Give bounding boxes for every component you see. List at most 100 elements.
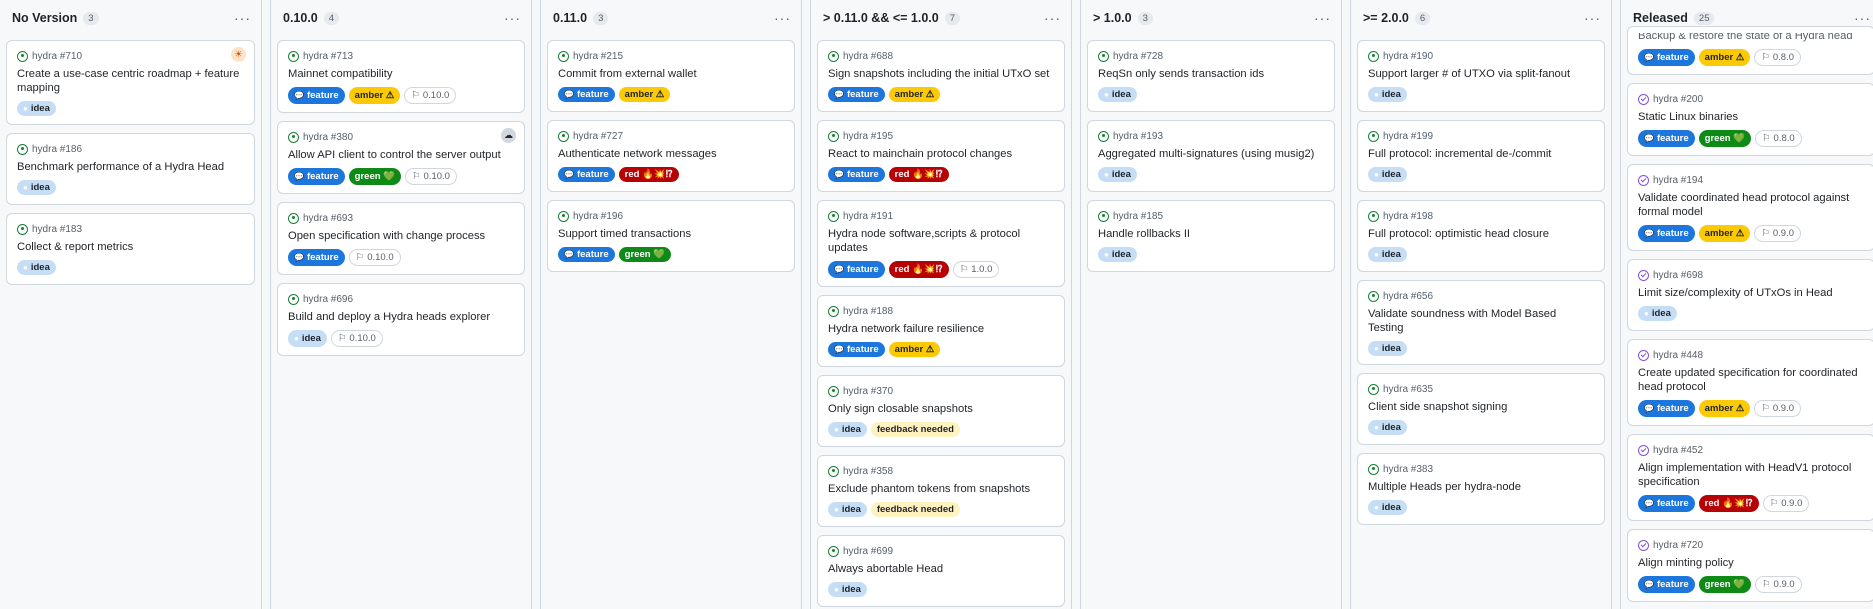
issue-number[interactable]: hydra #727 bbox=[573, 131, 623, 142]
issue-number[interactable]: hydra #698 bbox=[1653, 270, 1703, 281]
issue-title[interactable]: Always abortable Head bbox=[828, 562, 1054, 576]
label-green[interactable]: green 💚 bbox=[618, 247, 671, 262]
issue-card[interactable]: hydra #693 Open specification with change… bbox=[277, 202, 525, 275]
label-idea[interactable]: ● idea bbox=[17, 101, 56, 116]
issue-title[interactable]: Mainnet compatibility bbox=[288, 67, 514, 81]
label-idea[interactable]: ● idea bbox=[828, 502, 867, 517]
issue-title[interactable]: Limit size/complexity of UTxOs in Head bbox=[1638, 286, 1864, 300]
issue-card[interactable]: hydra #713 Mainnet compatibility 💬 feature a… bbox=[277, 40, 525, 113]
issue-title[interactable]: Hydra node software,scripts & protocol u… bbox=[828, 227, 1054, 255]
issue-card[interactable]: hydra #656 Validate soundness with Model … bbox=[1357, 280, 1605, 365]
issue-title[interactable]: React to mainchain protocol changes bbox=[828, 147, 1054, 161]
label-red[interactable]: red 🔥💥⁉ bbox=[1698, 495, 1759, 512]
milestone-badge[interactable]: ⚐ 0.9.0 bbox=[1755, 576, 1802, 593]
label-idea[interactable]: ● idea bbox=[828, 582, 867, 597]
label-idea[interactable]: ● idea bbox=[1368, 500, 1407, 515]
issue-card[interactable]: hydra #383 Multiple Heads per hydra-node ●… bbox=[1357, 453, 1605, 525]
label-feature[interactable]: 💬 feature bbox=[1638, 400, 1695, 417]
issue-title[interactable]: Build and deploy a Hydra heads explorer bbox=[288, 310, 514, 324]
issue-card[interactable]: hydra #370 Only sign closable snapshots ● i… bbox=[817, 375, 1065, 447]
label-feature[interactable]: 💬 feature bbox=[288, 168, 345, 185]
column-menu-icon[interactable]: ··· bbox=[1584, 10, 1601, 26]
column-menu-icon[interactable]: ··· bbox=[1314, 10, 1331, 26]
issue-card[interactable]: hydra #728 ReqSn only sends transaction i… bbox=[1087, 40, 1335, 112]
issue-card[interactable]: hydra #185 Handle rollbacks II ● idea bbox=[1087, 200, 1335, 272]
issue-title[interactable]: Support timed transactions bbox=[558, 227, 784, 241]
issue-number[interactable]: hydra #199 bbox=[1383, 131, 1433, 142]
issue-number[interactable]: hydra #699 bbox=[843, 546, 893, 557]
label-idea[interactable]: ● idea bbox=[17, 260, 56, 275]
label-idea[interactable]: ● idea bbox=[1098, 247, 1137, 262]
issue-card[interactable]: hydra #195 React to mainchain protocol ch… bbox=[817, 120, 1065, 192]
issue-number[interactable]: hydra #452 bbox=[1653, 445, 1703, 456]
label-amber[interactable]: amber ⚠ bbox=[888, 342, 941, 357]
issue-number[interactable]: hydra #198 bbox=[1383, 211, 1433, 222]
issue-number[interactable]: hydra #186 bbox=[32, 144, 82, 155]
issue-number[interactable]: hydra #688 bbox=[843, 51, 893, 62]
label-red[interactable]: red 🔥💥⁉ bbox=[618, 167, 679, 182]
label-green[interactable]: green 💚 bbox=[1698, 576, 1751, 593]
issue-title[interactable]: Client side snapshot signing bbox=[1368, 400, 1594, 414]
issue-number[interactable]: hydra #370 bbox=[843, 386, 893, 397]
issue-title[interactable]: Exclude phantom tokens from snapshots bbox=[828, 482, 1054, 496]
issue-number[interactable]: hydra #383 bbox=[1383, 464, 1433, 475]
assignee-avatar[interactable]: ☀ bbox=[231, 47, 246, 62]
issue-card[interactable]: hydra #215 Commit from external wallet 💬 fe… bbox=[547, 40, 795, 112]
issue-title[interactable]: Full protocol: optimistic head closure bbox=[1368, 227, 1594, 241]
issue-title[interactable]: Static Linux binaries bbox=[1638, 110, 1864, 124]
label-feedback[interactable]: feedback needed bbox=[870, 502, 960, 517]
issue-number[interactable]: hydra #713 bbox=[303, 51, 353, 62]
issue-title[interactable]: Full protocol: incremental de-/commit bbox=[1368, 147, 1594, 161]
label-amber[interactable]: amber ⚠ bbox=[1698, 225, 1751, 242]
issue-title[interactable]: Hydra network failure resilience bbox=[828, 322, 1054, 336]
issue-title[interactable]: Authenticate network messages bbox=[558, 147, 784, 161]
milestone-badge[interactable]: ⚐ 0.9.0 bbox=[1762, 495, 1810, 512]
issue-card[interactable]: hydra #710 Create a use-case centric road… bbox=[6, 40, 255, 125]
label-feature[interactable]: 💬 feature bbox=[828, 87, 885, 102]
issue-number[interactable]: hydra #185 bbox=[1113, 211, 1163, 222]
issue-title[interactable]: Align implementation with HeadV1 protoco… bbox=[1638, 461, 1864, 489]
label-feature[interactable]: 💬 feature bbox=[558, 167, 615, 182]
issue-card[interactable]: hydra #720 Align minting policy 💬 feature gr… bbox=[1627, 529, 1873, 602]
issue-card[interactable]: hydra #196 Support timed transactions 💬 fea… bbox=[547, 200, 795, 272]
issue-title[interactable]: ReqSn only sends transaction ids bbox=[1098, 67, 1324, 81]
issue-number[interactable]: hydra #194 bbox=[1653, 175, 1703, 186]
label-feature[interactable]: 💬 feature bbox=[1638, 495, 1695, 512]
issue-title[interactable]: Sign snapshots including the initial UTx… bbox=[828, 67, 1054, 81]
issue-card[interactable]: hydra #688 Sign snapshots including the i… bbox=[817, 40, 1065, 112]
issue-title[interactable]: Multiple Heads per hydra-node bbox=[1368, 480, 1594, 494]
issue-card[interactable]: hydra #194 Validate coordinated head prot… bbox=[1627, 164, 1873, 251]
issue-number[interactable]: hydra #183 bbox=[32, 224, 82, 235]
label-idea[interactable]: ● idea bbox=[1368, 420, 1407, 435]
issue-title[interactable]: Commit from external wallet bbox=[558, 67, 784, 81]
milestone-badge[interactable]: ⚐ 0.10.0 bbox=[330, 330, 383, 347]
label-idea[interactable]: ● idea bbox=[1368, 87, 1407, 102]
label-feature[interactable]: 💬 feature bbox=[828, 167, 885, 182]
issue-number[interactable]: hydra #196 bbox=[573, 211, 623, 222]
label-amber[interactable]: amber ⚠ bbox=[888, 87, 941, 102]
label-feature[interactable]: 💬 feature bbox=[828, 261, 885, 278]
issue-card[interactable]: hydra #198 Full protocol: optimistic head… bbox=[1357, 200, 1605, 272]
label-idea[interactable]: ● idea bbox=[1098, 87, 1137, 102]
issue-card[interactable]: hydra #191 Hydra node software,scripts & … bbox=[817, 200, 1065, 287]
issue-card[interactable]: hydra #358 Exclude phantom tokens from sn… bbox=[817, 455, 1065, 527]
issue-title[interactable]: Create a use-case centric roadmap + feat… bbox=[17, 67, 244, 95]
issue-title[interactable]: Align minting policy bbox=[1638, 556, 1864, 570]
issue-number[interactable]: hydra #200 bbox=[1653, 94, 1703, 105]
issue-number[interactable]: hydra #720 bbox=[1653, 540, 1703, 551]
issue-card[interactable]: hydra #635 Client side snapshot signing ● i… bbox=[1357, 373, 1605, 445]
assignee-avatar[interactable]: ☁ bbox=[501, 128, 516, 143]
label-idea[interactable]: ● idea bbox=[1638, 306, 1677, 321]
issue-card[interactable]: hydra #448 Create updated specification f… bbox=[1627, 339, 1873, 426]
column-menu-icon[interactable]: ··· bbox=[1044, 10, 1061, 26]
issue-number[interactable]: hydra #693 bbox=[303, 213, 353, 224]
milestone-badge[interactable]: ⚐ 0.9.0 bbox=[1754, 225, 1801, 242]
column-menu-icon[interactable]: ··· bbox=[1854, 10, 1871, 26]
issue-card[interactable]: hydra #696 Build and deploy a Hydra heads… bbox=[277, 283, 525, 356]
label-idea[interactable]: ● idea bbox=[1368, 247, 1407, 262]
issue-number[interactable]: hydra #710 bbox=[32, 51, 82, 62]
issue-card[interactable]: hydra #699 Always abortable Head ● idea bbox=[817, 535, 1065, 607]
issue-title[interactable]: Allow API client to control the server o… bbox=[288, 148, 514, 162]
issue-number[interactable]: hydra #193 bbox=[1113, 131, 1163, 142]
label-feature[interactable]: 💬 feature bbox=[558, 87, 615, 102]
